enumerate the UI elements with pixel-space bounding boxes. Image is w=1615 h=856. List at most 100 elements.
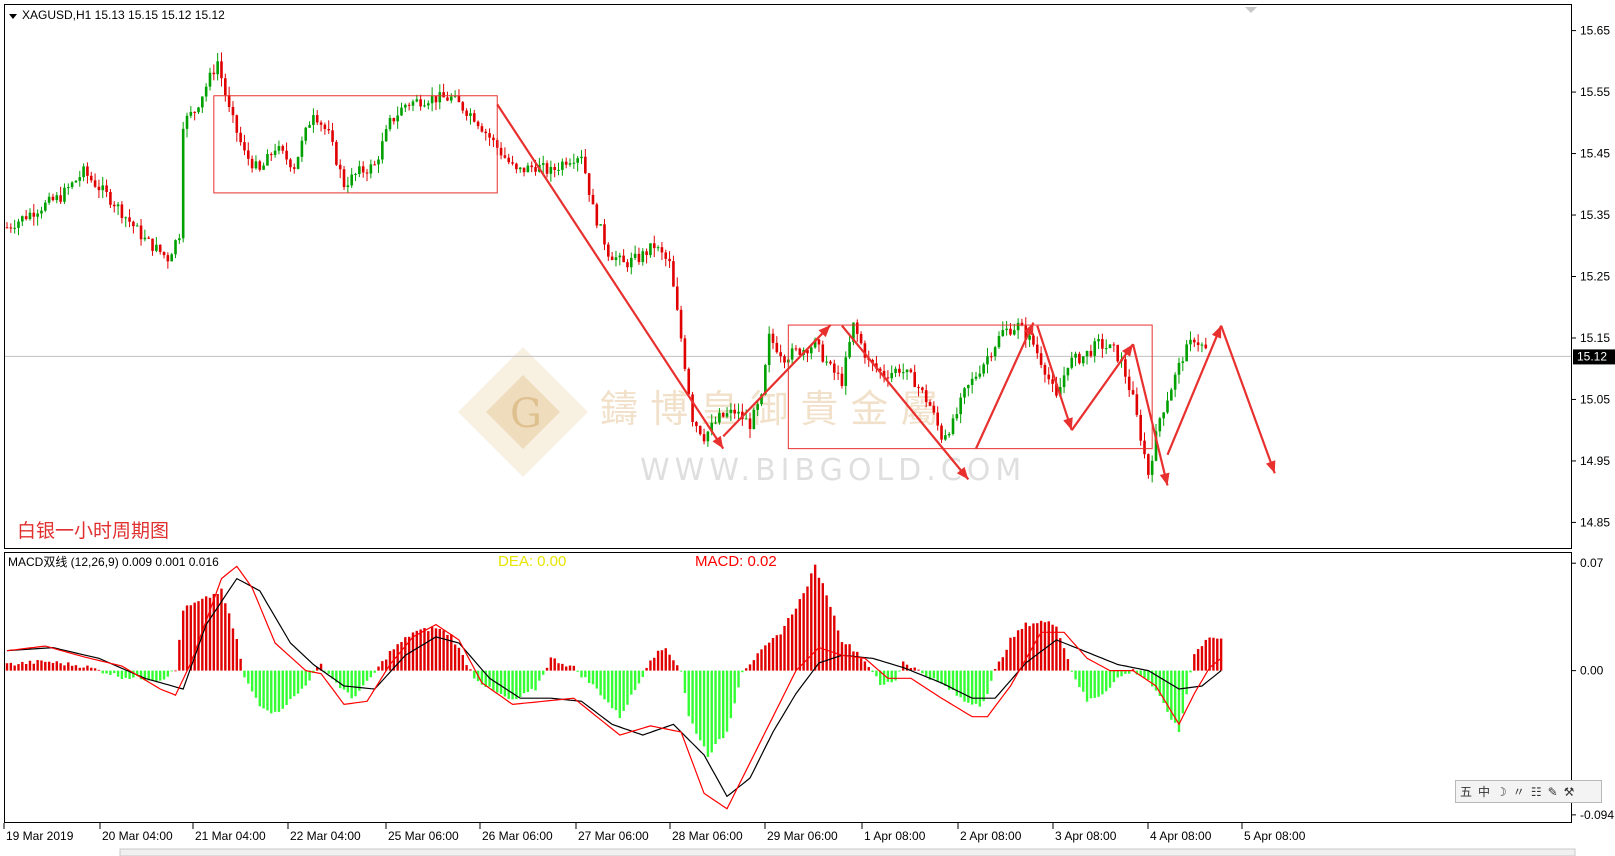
- macd-bar: [614, 670, 618, 711]
- trend-arrow: [1131, 343, 1169, 486]
- candle-body: [105, 185, 108, 193]
- macd-bar: [542, 670, 545, 675]
- candle-body: [40, 210, 43, 214]
- toolbar-btn-0[interactable]: 五: [1460, 783, 1472, 800]
- candle-body: [1143, 440, 1146, 455]
- macd-bar: [790, 614, 794, 671]
- macd-bar: [266, 670, 269, 711]
- candle-body: [767, 333, 771, 366]
- toolbar-btn-6[interactable]: ⚒: [1564, 785, 1575, 799]
- chart-toolbar[interactable]: 五中 ☽ 〃 ☷ ✎ ⚒: [1455, 780, 1602, 803]
- candle-body: [1028, 335, 1031, 340]
- candle-body: [423, 105, 426, 107]
- macd-bar: [660, 650, 664, 671]
- macd-bar: [1108, 670, 1112, 688]
- candle-body: [714, 422, 717, 424]
- macd-bar: [1028, 626, 1031, 671]
- scroll-marker-icon[interactable]: [1245, 7, 1257, 13]
- symbol-menu-icon[interactable]: [9, 14, 17, 19]
- dea-label: DEA: 0.00: [498, 553, 566, 570]
- candle-body: [32, 212, 36, 217]
- macd-bar: [668, 654, 671, 671]
- candle-body: [580, 156, 583, 159]
- candle-body: [978, 373, 982, 377]
- macd-bar: [1097, 670, 1100, 697]
- macd-bar: [197, 601, 200, 671]
- candle-body: [338, 164, 342, 170]
- candle-body: [296, 156, 300, 169]
- candle-body: [503, 155, 507, 158]
- candle-body: [610, 256, 614, 260]
- macd-bar: [1013, 636, 1016, 671]
- candle-body: [970, 378, 974, 386]
- candle-body: [584, 156, 587, 174]
- toolbar-btn-1[interactable]: 中: [1478, 783, 1490, 800]
- chart-canvas: G 鑄 博 皇 御 貴 金 屬 WWW.BIBGOLD.COM 15.6515.…: [3, 4, 1615, 856]
- candle-body: [633, 253, 637, 258]
- candle-body: [21, 216, 24, 222]
- macd-bar: [400, 642, 403, 671]
- candle-body: [702, 434, 706, 442]
- candle-body: [457, 95, 461, 103]
- candle-body: [679, 309, 683, 339]
- candle-body: [821, 344, 825, 362]
- macd-bar: [561, 663, 564, 671]
- toolbar-btn-5[interactable]: ✎: [1548, 785, 1558, 799]
- candle-body: [1150, 460, 1154, 475]
- candle-body: [947, 433, 951, 436]
- macd-bar: [641, 670, 644, 677]
- candle-body: [848, 341, 851, 358]
- candle-body: [174, 240, 177, 255]
- candle-body: [1062, 375, 1066, 388]
- macd-bar: [396, 644, 399, 671]
- macd-bar: [637, 670, 641, 684]
- candle-body: [829, 361, 832, 364]
- candle-body: [308, 124, 311, 128]
- macd-bar: [1016, 630, 1020, 671]
- price-tick-label: 15.25: [1580, 270, 1610, 284]
- candle-body: [488, 133, 491, 138]
- macd-bar: [852, 651, 855, 671]
- macd-bar: [882, 670, 886, 685]
- candle-body: [350, 174, 353, 186]
- candle-body: [982, 364, 985, 374]
- price-tick-label: 15.65: [1580, 24, 1610, 38]
- macd-bar: [695, 670, 698, 734]
- macd-bar: [993, 668, 997, 671]
- macd-bar: [453, 644, 457, 671]
- macd-bar: [676, 665, 679, 671]
- candle-body: [197, 107, 200, 113]
- signal-line: [6, 565, 1222, 810]
- toolbar-btn-4[interactable]: ☷: [1531, 785, 1542, 799]
- macd-bar: [113, 670, 116, 674]
- macd-bar: [595, 670, 599, 689]
- candle-body: [921, 387, 924, 391]
- candle-body: [472, 113, 476, 122]
- macd-bar: [162, 670, 166, 680]
- candle-body: [323, 124, 327, 130]
- candle-body: [461, 102, 465, 111]
- candle-body: [668, 258, 671, 262]
- macd-bar: [859, 658, 863, 671]
- macd-bar: [553, 658, 556, 671]
- candle-body: [404, 104, 407, 108]
- macd-bar: [798, 599, 802, 671]
- candle-body: [1158, 418, 1162, 432]
- chart-label: 白银一小时周期图: [17, 520, 169, 542]
- macd-bar: [86, 665, 89, 671]
- macd-bar: [767, 642, 771, 671]
- candle-body: [603, 224, 606, 245]
- scrollbar[interactable]: [119, 848, 1576, 856]
- macd-bar: [507, 670, 510, 699]
- macd-bar: [580, 670, 583, 678]
- candle-body: [1097, 339, 1100, 342]
- macd-bar: [1074, 670, 1077, 680]
- candle-body: [331, 130, 334, 142]
- macd-bar: [254, 670, 258, 698]
- macd-bar: [775, 635, 779, 671]
- toolbar-btn-2[interactable]: ☽: [1496, 785, 1507, 799]
- time-tick-label: 21 Mar 04:00: [195, 829, 266, 843]
- toolbar-btn-3[interactable]: 〃: [1513, 783, 1525, 800]
- macd-bar: [151, 670, 154, 681]
- macd-bar: [285, 670, 288, 705]
